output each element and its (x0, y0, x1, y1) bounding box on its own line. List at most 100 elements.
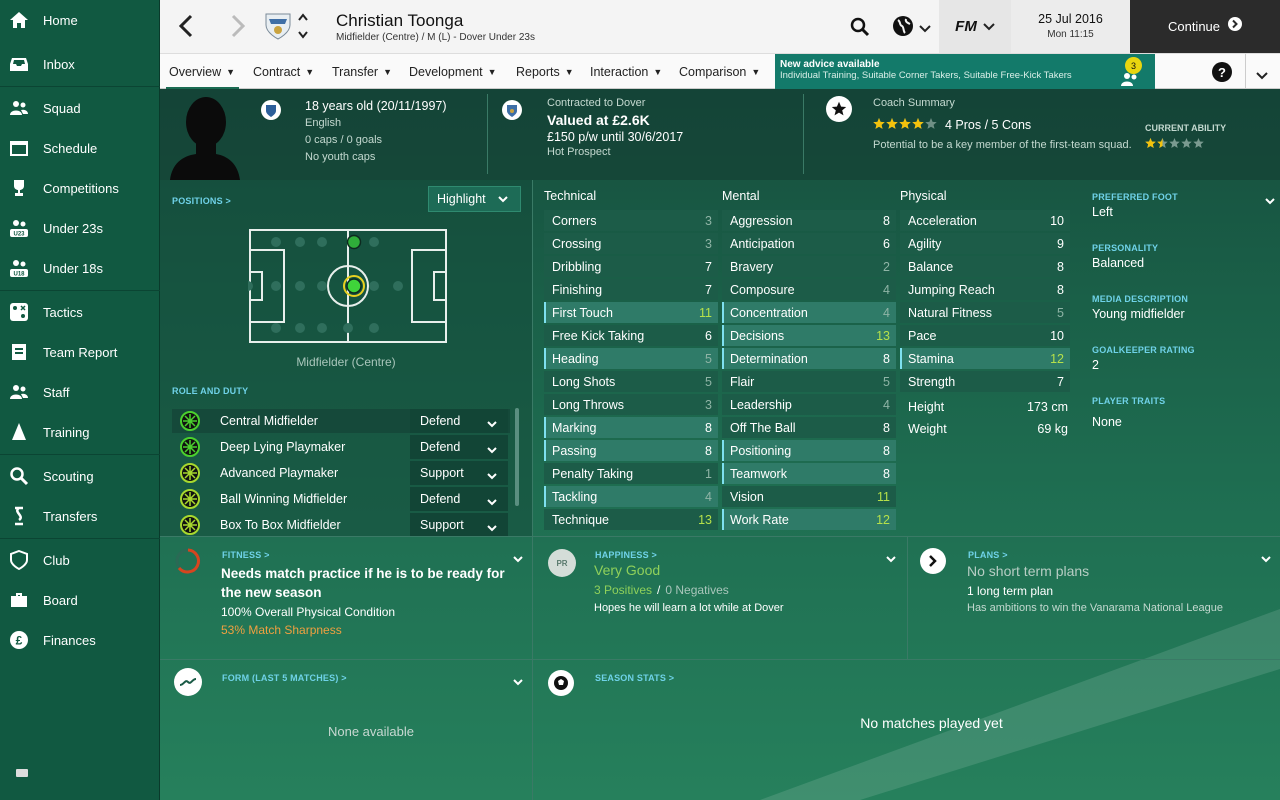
attribute-row[interactable]: Jumping Reach 8 (900, 279, 1070, 300)
attribute-row[interactable]: Acceleration 10 (900, 210, 1070, 231)
sidebar-item-finances[interactable]: £ Finances (0, 620, 160, 660)
sidebar-item-tactics[interactable]: Tactics (0, 292, 160, 332)
attribute-row[interactable]: Positioning 8 (722, 440, 896, 461)
attribute-row[interactable]: Aggression 8 (722, 210, 896, 231)
happiness-title[interactable]: HAPPINESS > (595, 550, 657, 560)
attribute-row[interactable]: Long Throws 3 (544, 394, 718, 415)
chevron-down-icon[interactable] (1256, 67, 1268, 85)
continue-button[interactable]: Continue (1130, 0, 1280, 53)
attribute-row[interactable]: Flair 5 (722, 371, 896, 392)
attribute-row[interactable]: Teamwork 8 (722, 463, 896, 484)
sidebar-item-training[interactable]: Training (0, 412, 160, 452)
tab-label: Interaction (590, 65, 649, 79)
tab-transfer[interactable]: Transfer ▼ (332, 54, 392, 90)
sidebar-item-club[interactable]: Club (0, 540, 160, 580)
sidebar-item-transfers[interactable]: Transfers (0, 496, 160, 536)
attribute-row[interactable]: Free Kick Taking 6 (544, 325, 718, 346)
attribute-row[interactable]: Bravery 2 (722, 256, 896, 277)
duty-dropdown[interactable]: Defend (410, 435, 508, 459)
attribute-name: Passing (552, 443, 597, 458)
season-stats-title[interactable]: SEASON STATS > (595, 673, 674, 683)
role-row[interactable]: Box To Box Midfielder Support (172, 513, 510, 536)
role-row[interactable]: Deep Lying Playmaker Defend (172, 435, 510, 459)
plans-arrow-icon[interactable] (920, 548, 946, 574)
fm-menu[interactable]: FM (939, 0, 1011, 53)
sidebar-item-home[interactable]: Home (0, 0, 160, 40)
attribute-row[interactable]: Corners 3 (544, 210, 718, 231)
attribute-row[interactable]: Tackling 4 (544, 486, 718, 507)
form-title[interactable]: FORM (LAST 5 MATCHES) > (222, 673, 347, 683)
attribute-row[interactable]: Technique 13 (544, 509, 718, 530)
tab-reports[interactable]: Reports ▼ (516, 54, 574, 90)
chevron-down-icon[interactable] (1265, 192, 1275, 210)
forward-arrow-icon[interactable] (230, 14, 246, 43)
sidebar-item-schedule[interactable]: Schedule (0, 128, 160, 168)
duty-dropdown[interactable]: Support (410, 513, 508, 536)
positions-title[interactable]: POSITIONS > (172, 196, 231, 206)
sidebar-item-board[interactable]: Board (0, 580, 160, 620)
back-arrow-icon[interactable] (178, 14, 194, 43)
sidebar-item-under23s[interactable]: U23 Under 23s (0, 208, 160, 248)
highlight-dropdown[interactable]: Highlight (428, 186, 521, 212)
sidebar-item-scouting[interactable]: Scouting (0, 456, 160, 496)
sidebar-item-squad[interactable]: Squad (0, 88, 160, 128)
advice-banner[interactable]: New advice available Individual Training… (775, 54, 1155, 89)
world-menu[interactable] (892, 15, 931, 42)
attribute-row[interactable]: Dribbling 7 (544, 256, 718, 277)
role-row[interactable]: Central Midfielder Defend (172, 409, 510, 433)
role-name: Box To Box Midfielder (220, 518, 341, 532)
attribute-row[interactable]: Composure 4 (722, 279, 896, 300)
tab-interaction[interactable]: Interaction ▼ (590, 54, 662, 90)
fitness-title[interactable]: FITNESS > (222, 550, 270, 560)
chevron-down-icon[interactable] (1261, 550, 1271, 568)
attribute-row[interactable]: Finishing 7 (544, 279, 718, 300)
sidebar-item-under18s[interactable]: U18 Under 18s (0, 248, 160, 288)
attribute-name: Bravery (730, 259, 774, 274)
player-switch-icon[interactable] (298, 12, 308, 45)
attribute-row[interactable]: Agility 9 (900, 233, 1070, 254)
tab-comparison[interactable]: Comparison ▼ (679, 54, 760, 90)
attribute-row[interactable]: Anticipation 6 (722, 233, 896, 254)
attribute-row[interactable]: Off The Ball 8 (722, 417, 896, 438)
attribute-row[interactable]: Balance 8 (900, 256, 1070, 277)
help-icon[interactable]: ? (1212, 62, 1232, 82)
duty-dropdown[interactable]: Support (410, 461, 508, 485)
continue-label: Continue (1167, 19, 1221, 34)
attribute-row[interactable]: Stamina 12 (900, 348, 1070, 369)
sidebar-item-staff[interactable]: Staff (0, 372, 160, 412)
attribute-row[interactable]: First Touch 11 (544, 302, 718, 323)
tab-contract[interactable]: Contract ▼ (253, 54, 314, 90)
tab-development[interactable]: Development ▼ (409, 54, 497, 90)
attribute-row[interactable]: Concentration 4 (722, 302, 896, 323)
plans-title[interactable]: PLANS > (968, 550, 1008, 560)
role-list-scrollbar[interactable] (515, 408, 519, 506)
duty-dropdown[interactable]: Defend (410, 487, 508, 511)
sidebar-item-inbox[interactable]: Inbox (0, 44, 160, 84)
duty-dropdown[interactable]: Defend (410, 409, 508, 433)
role-row[interactable]: Ball Winning Midfielder Defend (172, 487, 510, 511)
chevron-down-icon[interactable] (513, 673, 523, 691)
role-row[interactable]: Advanced Playmaker Support (172, 461, 510, 485)
attribute-row[interactable]: Determination 8 (722, 348, 896, 369)
attribute-row[interactable]: Leadership 4 (722, 394, 896, 415)
sidebar-item-team-report[interactable]: Team Report (0, 332, 160, 372)
date-display[interactable]: 25 Jul 2016 Mon 11:15 (1011, 0, 1130, 53)
search-icon[interactable] (850, 17, 870, 42)
happiness-positives: 3 Positives (594, 583, 653, 597)
attribute-row[interactable]: Strength 7 (900, 371, 1070, 392)
attribute-row[interactable]: Work Rate 12 (722, 509, 896, 530)
happiness-negatives: 0 Negatives (665, 583, 729, 597)
attribute-row[interactable]: Long Shots 5 (544, 371, 718, 392)
attribute-row[interactable]: Passing 8 (544, 440, 718, 461)
attribute-row[interactable]: Heading 5 (544, 348, 718, 369)
sidebar-item-competitions[interactable]: Competitions (0, 168, 160, 208)
attribute-row[interactable]: Natural Fitness 5 (900, 302, 1070, 323)
tab-overview[interactable]: Overview ▼ (169, 54, 235, 90)
attribute-row[interactable]: Crossing 3 (544, 233, 718, 254)
attribute-row[interactable]: Vision 11 (722, 486, 896, 507)
attribute-row[interactable]: Pace 10 (900, 325, 1070, 346)
attribute-row[interactable]: Marking 8 (544, 417, 718, 438)
chevron-down-icon[interactable] (886, 550, 896, 568)
attribute-row[interactable]: Decisions 13 (722, 325, 896, 346)
attribute-row[interactable]: Penalty Taking 1 (544, 463, 718, 484)
